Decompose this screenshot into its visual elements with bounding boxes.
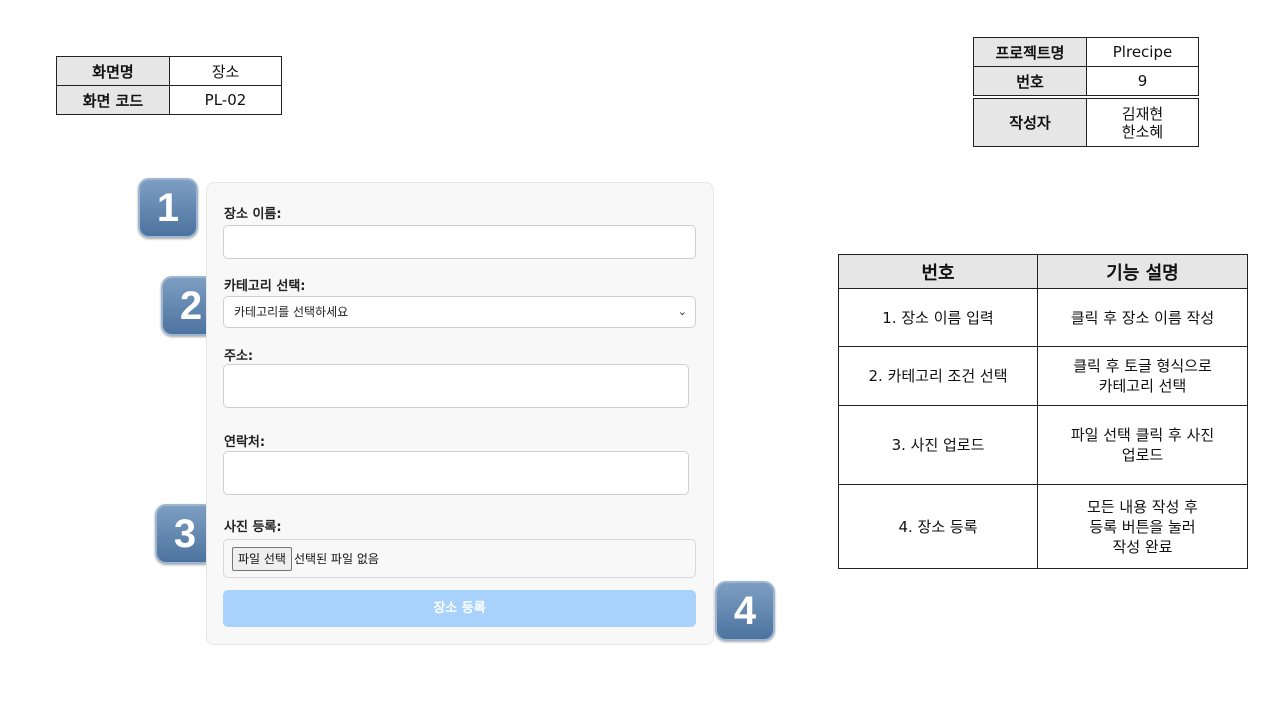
author-name: 김재현 (1121, 104, 1164, 123)
desc-line: 클릭 후 토글 형식으로 (1073, 357, 1212, 375)
screen-code-row: 화면 코드 PL-02 (56, 85, 282, 115)
screen-info-table: 화면명 장소 화면 코드 PL-02 (56, 56, 282, 115)
row-item: 4. 장소 등록 (838, 484, 1038, 569)
photo-file-input: 파일 선택 선택된 파일 없음 (223, 539, 696, 578)
desc-line: 카테고리 선택 (1098, 377, 1187, 395)
header-feature: 기능 설명 (1037, 254, 1248, 289)
author-name: 한소혜 (1121, 122, 1164, 141)
number-label: 번호 (973, 66, 1087, 96)
author-row: 작성자 김재현 한소혜 (973, 98, 1199, 147)
table-row: 2. 카테고리 조건 선택 클릭 후 토글 형식으로 카테고리 선택 (838, 346, 1248, 406)
badge-1: 1 (138, 178, 198, 238)
project-name-row: 프로젝트명 Plrecipe (973, 37, 1199, 67)
address-label: 주소: (224, 349, 254, 364)
place-form: 장소 이름: 카테고리 선택: 카테고리를 선택하세요 ⌄ 주소: 연락처: 사… (206, 182, 714, 645)
screen-code-label: 화면 코드 (56, 85, 170, 115)
project-name-label: 프로젝트명 (973, 37, 1087, 67)
address-input[interactable] (223, 364, 689, 408)
feature-description-table: 번호 기능 설명 1. 장소 이름 입력 클릭 후 장소 이름 작성 2. 카테… (838, 254, 1248, 569)
row-item: 3. 사진 업로드 (838, 405, 1038, 485)
row-desc: 클릭 후 장소 이름 작성 (1037, 288, 1248, 347)
table-row: 4. 장소 등록 모든 내용 작성 후 등록 버튼을 눌러 작성 완료 (838, 484, 1248, 569)
header-number: 번호 (838, 254, 1038, 289)
place-name-input[interactable] (223, 225, 696, 259)
number-value: 9 (1086, 66, 1199, 96)
desc-line: 모든 내용 작성 후 (1087, 497, 1198, 516)
row-desc: 파일 선택 클릭 후 사진 업로드 (1037, 405, 1248, 485)
chevron-down-icon: ⌄ (677, 305, 687, 318)
row-item: 1. 장소 이름 입력 (838, 288, 1038, 347)
screen-name-row: 화면명 장소 (56, 56, 282, 86)
author-label: 작성자 (973, 98, 1087, 147)
number-row: 번호 9 (973, 66, 1199, 96)
place-name-label: 장소 이름: (224, 207, 282, 222)
file-select-button[interactable]: 파일 선택 (232, 547, 292, 571)
row-item: 2. 카테고리 조건 선택 (838, 346, 1038, 406)
submit-place-button[interactable]: 장소 등록 (223, 590, 696, 627)
project-info-table: 프로젝트명 Plrecipe 번호 9 작성자 김재현 한소혜 (973, 37, 1199, 147)
screen-name-value: 장소 (169, 56, 282, 86)
desc-line: 등록 버튼을 눌러 (1089, 517, 1196, 536)
desc-line: 작성 완료 (1112, 537, 1173, 556)
desc-line: 파일 선택 클릭 후 사진 (1070, 426, 1215, 444)
project-name-value: Plrecipe (1086, 37, 1199, 67)
table-row: 1. 장소 이름 입력 클릭 후 장소 이름 작성 (838, 288, 1248, 347)
desc-line: 클릭 후 장소 이름 작성 (1070, 308, 1215, 327)
desc-line: 업로드 (1121, 446, 1164, 464)
screen-name-label: 화면명 (56, 56, 170, 86)
badge-4: 4 (715, 581, 775, 641)
category-label: 카테고리 선택: (224, 279, 306, 294)
category-selected-value: 카테고리를 선택하세요 (234, 305, 349, 319)
description-header-row: 번호 기능 설명 (838, 254, 1248, 289)
screen-code-value: PL-02 (169, 85, 282, 115)
contact-input[interactable] (223, 451, 689, 495)
row-desc: 클릭 후 토글 형식으로 카테고리 선택 (1037, 346, 1248, 406)
photo-label: 사진 등록: (224, 520, 282, 535)
author-value: 김재현 한소혜 (1086, 98, 1199, 147)
category-select[interactable]: 카테고리를 선택하세요 ⌄ (223, 296, 696, 328)
file-status-text: 선택된 파일 없음 (294, 552, 379, 566)
table-row: 3. 사진 업로드 파일 선택 클릭 후 사진 업로드 (838, 405, 1248, 485)
row-desc: 모든 내용 작성 후 등록 버튼을 눌러 작성 완료 (1037, 484, 1248, 569)
contact-label: 연락처: (224, 435, 266, 450)
